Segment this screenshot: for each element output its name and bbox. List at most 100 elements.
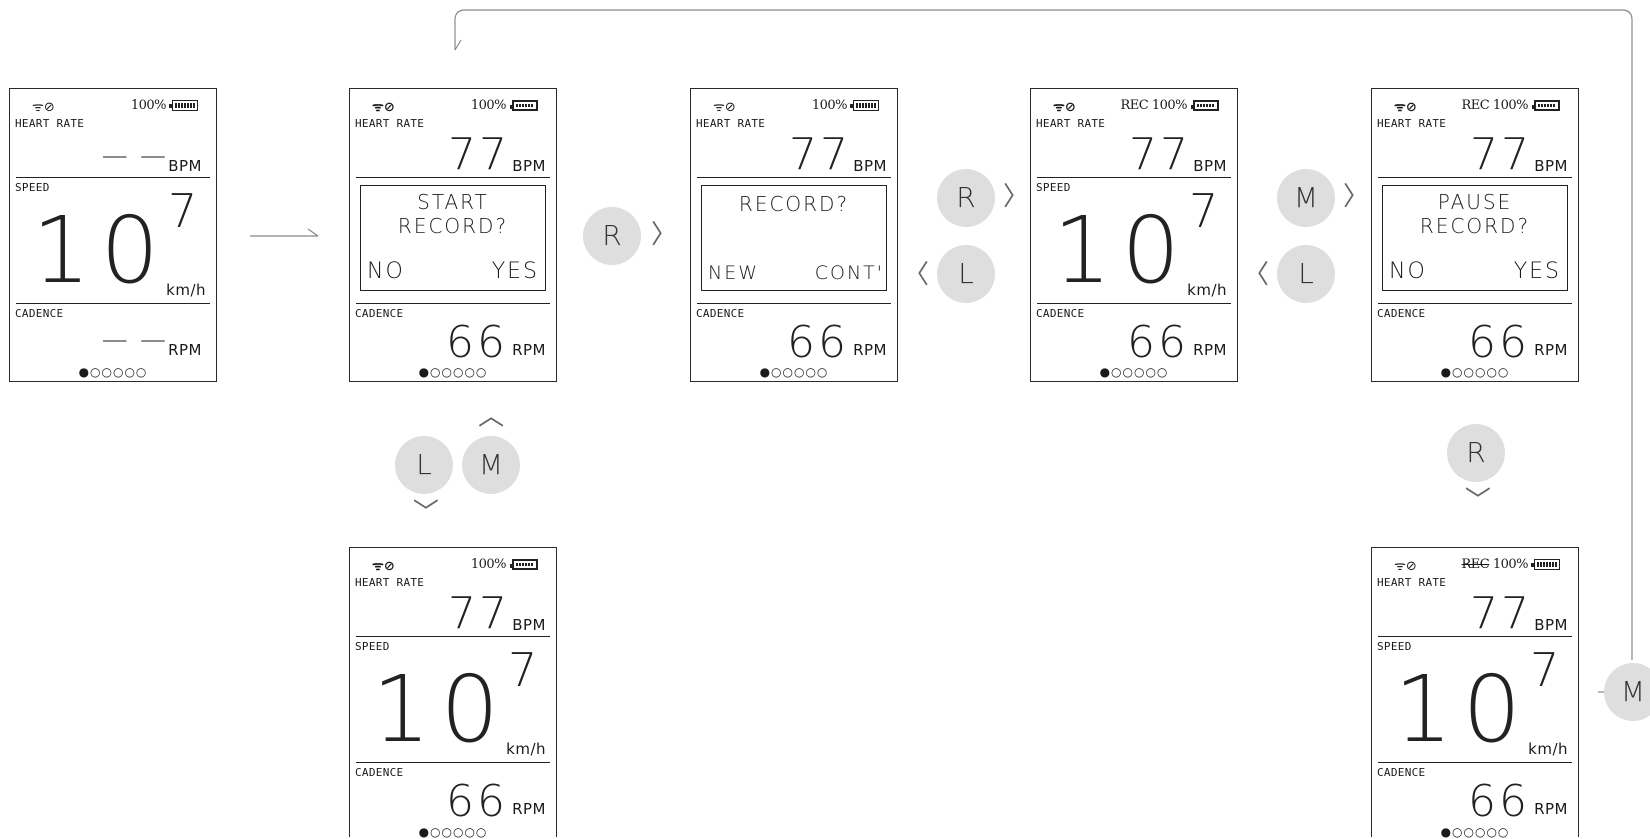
- divider: [1037, 177, 1231, 178]
- page-indicator: ●○○○○○: [759, 365, 829, 379]
- divider: [356, 636, 550, 637]
- cadence-value: 66: [787, 317, 849, 368]
- m-button[interactable]: M: [1277, 169, 1335, 227]
- heart-rate-value: 77: [448, 588, 510, 639]
- cadence-value: 66: [1468, 776, 1530, 827]
- cadence-label: CADENCE: [1377, 766, 1426, 779]
- yes-option[interactable]: YES: [492, 259, 539, 284]
- bpm-unit: BPM: [512, 616, 546, 634]
- kmh-unit: km/h: [506, 740, 546, 758]
- no-option[interactable]: NO: [367, 259, 405, 284]
- battery-icon: [169, 100, 198, 111]
- yes-option[interactable]: YES: [1514, 259, 1561, 284]
- bpm-unit: BPM: [1534, 616, 1568, 634]
- rec-status: REC 100%: [1461, 98, 1528, 113]
- wifi-icon: ᯤ⊘: [1394, 559, 1417, 574]
- cadence-dashes: — —: [101, 325, 168, 355]
- bpm-unit: BPM: [1193, 157, 1227, 175]
- dialog-line2: RECORD?: [397, 214, 509, 238]
- bpm-unit: BPM: [168, 157, 202, 175]
- wifi-icon: ᯤ⊘: [1394, 100, 1417, 115]
- rpm-unit: RPM: [512, 341, 546, 359]
- cadence-value: 66: [1468, 317, 1530, 368]
- divider: [697, 303, 891, 304]
- l-button[interactable]: L: [937, 245, 995, 303]
- speed-value: 10: [1394, 656, 1532, 763]
- cadence-label: CADENCE: [355, 307, 404, 320]
- rpm-unit: RPM: [1534, 341, 1568, 359]
- rpm-unit: RPM: [1534, 800, 1568, 818]
- chevron-left-icon: 〈: [903, 260, 930, 290]
- chevron-down-icon: 〉: [409, 497, 440, 525]
- status-bar: ᯤ⊘ 100%: [24, 97, 198, 115]
- heart-rate-label: HEART RATE: [696, 117, 766, 130]
- heart-rate-dashes: — —: [101, 141, 168, 171]
- new-option[interactable]: NEW: [708, 262, 759, 284]
- chevron-up-icon: 〉: [478, 401, 509, 429]
- battery-icon: [850, 100, 879, 111]
- wifi-icon: ᯤ⊘: [372, 559, 395, 574]
- m-button[interactable]: M: [462, 436, 520, 494]
- heart-rate-value: 77: [1129, 129, 1191, 180]
- l-button[interactable]: L: [395, 436, 453, 494]
- no-option[interactable]: NO: [1389, 259, 1427, 284]
- speed-decimal: 7: [508, 643, 541, 697]
- speed-decimal: 7: [1530, 643, 1563, 697]
- heart-rate-label: HEART RATE: [1036, 117, 1106, 130]
- divider: [1378, 177, 1572, 178]
- battery-percent: 100%: [1492, 557, 1529, 572]
- rec-label: REC: [1120, 98, 1149, 113]
- wifi-icon: ᯤ⊘: [32, 100, 55, 115]
- divider: [16, 303, 210, 304]
- heart-rate-value: 77: [789, 129, 851, 180]
- heart-rate-value: 77: [1470, 129, 1532, 180]
- screen-start-record: ᯤ⊘ 100% HEART RATE 77 BPM START RECORD? …: [349, 88, 557, 382]
- divider: [697, 177, 891, 178]
- cadence-label: CADENCE: [15, 307, 64, 320]
- speed-label: SPEED: [355, 640, 390, 653]
- divider: [356, 303, 550, 304]
- status-bar: ᯤ⊘ 100%: [364, 556, 538, 574]
- divider: [1378, 636, 1572, 637]
- bpm-unit: BPM: [512, 157, 546, 175]
- battery-percent: 100%: [1151, 98, 1188, 113]
- status-bar: ᯤ⊘ REC 100%: [1386, 556, 1560, 574]
- divider: [1378, 303, 1572, 304]
- rpm-unit: RPM: [512, 800, 546, 818]
- cadence-value: 66: [1127, 317, 1189, 368]
- continue-option[interactable]: CONT': [815, 262, 884, 284]
- r-button[interactable]: R: [583, 207, 641, 265]
- chevron-right-icon: 〉: [651, 220, 678, 250]
- speed-label: SPEED: [1377, 640, 1412, 653]
- divider: [1378, 762, 1572, 763]
- divider: [16, 177, 210, 178]
- dialog-line2: RECORD?: [1419, 214, 1531, 238]
- status-bar: ᯤ⊘ REC 100%: [1045, 97, 1219, 115]
- kmh-unit: km/h: [1187, 281, 1227, 299]
- dialog-line1: RECORD?: [738, 192, 850, 216]
- cadence-value: 66: [446, 317, 508, 368]
- speed-label: SPEED: [1036, 181, 1071, 194]
- screen-paused: ᯤ⊘ REC 100% HEART RATE 77 BPM SPEED 10 7…: [1371, 547, 1579, 839]
- screen-ride-data: ᯤ⊘ 100% HEART RATE 77 BPM SPEED 10 7 km/…: [349, 547, 557, 839]
- chevron-right-icon: 〉: [1003, 182, 1030, 212]
- cadence-label: CADENCE: [696, 307, 745, 320]
- speed-label: SPEED: [15, 181, 50, 194]
- cadence-value: 66: [446, 776, 508, 827]
- speed-decimal: 7: [168, 184, 201, 238]
- r-button[interactable]: R: [937, 169, 995, 227]
- start-record-dialog: START RECORD? NO YES: [360, 185, 546, 291]
- divider: [356, 762, 550, 763]
- battery-percent: 100%: [1492, 98, 1529, 113]
- page-indicator: ●○○○○○: [418, 825, 488, 839]
- battery-icon: [510, 559, 538, 570]
- chevron-right-icon: 〉: [1343, 182, 1370, 212]
- status-bar: ᯤ⊘ 100%: [364, 97, 538, 115]
- l-button[interactable]: L: [1277, 245, 1335, 303]
- rec-status: REC 100%: [1120, 98, 1187, 113]
- r-button[interactable]: R: [1447, 424, 1505, 482]
- heart-rate-label: HEART RATE: [1377, 576, 1447, 589]
- wifi-icon: ᯤ⊘: [1053, 100, 1076, 115]
- kmh-unit: km/h: [166, 281, 206, 299]
- page-indicator: ●○○○○○: [1440, 365, 1510, 379]
